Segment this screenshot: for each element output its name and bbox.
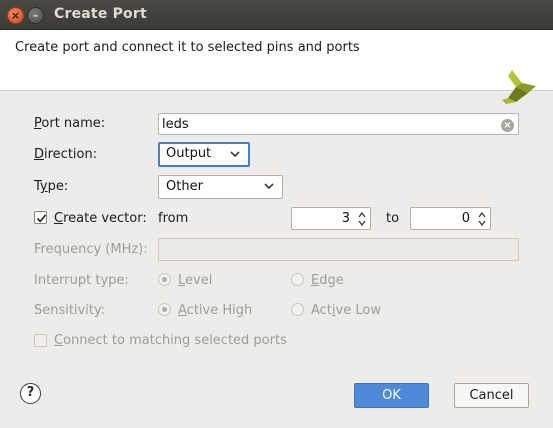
create-vector-label[interactable]: Create vector:: [54, 211, 147, 226]
create-vector-checkbox[interactable]: [34, 211, 47, 224]
vector-to-label: to: [386, 211, 400, 226]
interrupt-edge-radio: [291, 273, 304, 286]
title-bar: × – Create Port: [0, 0, 553, 30]
connect-matching-checkbox: [34, 334, 47, 347]
direction-value: Output: [166, 146, 212, 161]
direction-label: Direction:: [34, 147, 98, 162]
vector-from-value: 3: [341, 211, 350, 226]
close-icon: ×: [10, 9, 21, 22]
interrupt-level-label: Level: [178, 273, 213, 288]
vector-to-value: 0: [461, 211, 470, 226]
interrupt-level-radio: [158, 273, 171, 286]
vector-from-label: from: [158, 211, 189, 226]
sensitivity-active-high-radio: [158, 303, 171, 316]
interrupt-type-label: Interrupt type:: [34, 273, 129, 288]
connect-matching-label: Connect to matching selected ports: [54, 333, 287, 348]
chevron-down-icon: [264, 183, 274, 190]
vector-to-spinner[interactable]: 0: [410, 207, 491, 230]
spinner-arrows-icon[interactable]: [357, 210, 367, 228]
help-button[interactable]: ?: [20, 383, 41, 404]
chevron-down-icon: [230, 151, 240, 158]
window-title: Create Port: [54, 6, 147, 22]
type-select[interactable]: Other: [158, 175, 283, 199]
sensitivity-label: Sensitivity:: [34, 303, 106, 318]
vivado-logo-icon: [502, 70, 536, 104]
port-name-value: leds: [162, 117, 189, 132]
minimize-icon: –: [32, 9, 39, 22]
radio-selected-dot: [162, 277, 167, 282]
checkmark-icon: [36, 214, 47, 223]
close-window-button[interactable]: ×: [7, 7, 24, 24]
frequency-label: Frequency (MHz):: [34, 242, 148, 257]
cancel-button[interactable]: Cancel: [454, 383, 529, 408]
vector-from-spinner[interactable]: 3: [291, 207, 371, 230]
sensitivity-active-low-label: Active Low: [311, 303, 381, 318]
port-name-label: Port name:: [34, 116, 106, 131]
type-label: Type:: [34, 179, 69, 194]
clear-input-icon[interactable]: ×: [501, 119, 514, 132]
radio-selected-dot: [162, 307, 167, 312]
dialog-header: Create port and connect it to selected p…: [0, 30, 553, 104]
direction-select[interactable]: Output: [158, 142, 250, 167]
ok-button[interactable]: OK: [354, 383, 429, 408]
sensitivity-active-low-radio: [291, 303, 304, 316]
port-name-input[interactable]: leds ×: [158, 113, 519, 135]
dialog-description: Create port and connect it to selected p…: [15, 40, 360, 55]
spinner-arrows-icon[interactable]: [477, 210, 487, 228]
sensitivity-active-high-label: Active High: [178, 303, 253, 318]
type-value: Other: [166, 179, 203, 194]
interrupt-edge-label: Edge: [311, 273, 344, 288]
minimize-window-button[interactable]: –: [27, 7, 44, 24]
frequency-input: [158, 238, 519, 261]
